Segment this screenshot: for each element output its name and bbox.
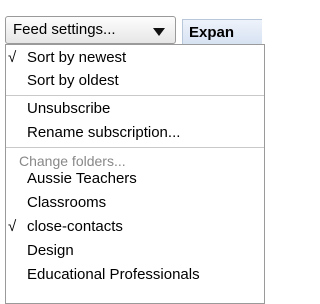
menu-item-sort-newest[interactable]: √ Sort by newest bbox=[6, 48, 264, 70]
dropdown-arrow-icon bbox=[153, 28, 165, 36]
feed-settings-label: Feed settings... bbox=[13, 21, 116, 38]
menu-item-folder-classrooms[interactable]: Classrooms bbox=[6, 193, 264, 215]
menu-item-rename-subscription[interactable]: Rename subscription... bbox=[6, 123, 264, 145]
menu-item-label: Sort by oldest bbox=[27, 72, 119, 89]
check-icon: √ bbox=[8, 49, 17, 66]
menu-item-label: Classrooms bbox=[27, 194, 107, 211]
menu-separator bbox=[6, 147, 264, 148]
menu-item-label: Rename subscription... bbox=[27, 124, 181, 141]
menu-item-unsubscribe[interactable]: Unsubscribe bbox=[6, 99, 264, 121]
menu-item-folder-aussie-teachers[interactable]: Aussie Teachers bbox=[6, 169, 264, 191]
menu-item-label: Unsubscribe bbox=[27, 100, 111, 117]
menu-separator bbox=[6, 95, 264, 96]
menu-item-label: close-contacts bbox=[27, 218, 123, 235]
feed-settings-menu: √ Sort by newest Sort by oldest Unsubscr… bbox=[5, 44, 265, 304]
expand-button[interactable]: Expan bbox=[182, 19, 262, 45]
feed-settings-button[interactable]: Feed settings... bbox=[5, 16, 176, 44]
menu-item-folder-design[interactable]: Design bbox=[6, 241, 264, 263]
expand-label: Expan bbox=[189, 24, 235, 41]
check-icon: √ bbox=[8, 218, 17, 235]
change-folders-header: Change folders... bbox=[19, 153, 126, 169]
menu-item-label: Sort by newest bbox=[27, 49, 127, 66]
menu-item-label: Design bbox=[27, 242, 74, 259]
menu-item-folder-close-contacts[interactable]: √ close-contacts bbox=[6, 217, 264, 239]
menu-item-label: Aussie Teachers bbox=[27, 170, 137, 187]
menu-item-folder-educational-professionals[interactable]: Educational Professionals bbox=[6, 265, 264, 287]
menu-item-sort-oldest[interactable]: Sort by oldest bbox=[6, 71, 264, 93]
menu-item-label: Educational Professionals bbox=[27, 266, 200, 283]
